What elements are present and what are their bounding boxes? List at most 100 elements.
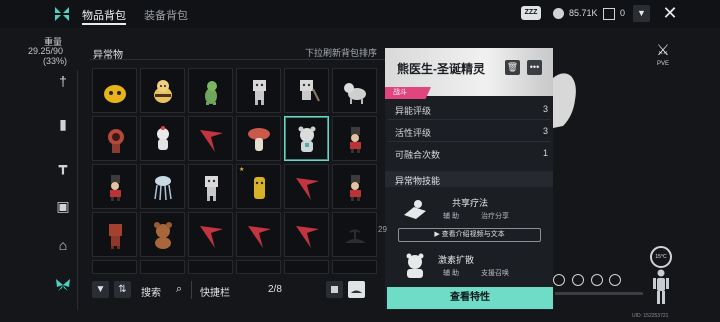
grid-cell[interactable] <box>140 164 185 209</box>
grid-cell[interactable] <box>92 164 137 209</box>
grid-cell[interactable] <box>188 164 233 209</box>
stat-value: 1 <box>542 148 548 158</box>
stat-label: 活性评级 <box>395 128 432 138</box>
sort-hint: 下拉刷新背包排序 <box>305 48 378 58</box>
stat-label: 异能评级 <box>395 106 432 116</box>
grid-header-divider <box>90 59 385 60</box>
canister-icon[interactable]: ▮ <box>54 115 72 133</box>
watch-video-button[interactable]: ▶ 查看介绍视频与文本 <box>398 228 541 242</box>
close-icon[interactable]: ✕ <box>660 3 680 23</box>
grid-cell-empty[interactable] <box>332 212 377 257</box>
skill-tag: 辅 助 <box>443 213 459 220</box>
grid-cell[interactable] <box>188 260 233 274</box>
grid-cell[interactable] <box>188 68 233 113</box>
shared-therapy-icon <box>404 200 426 219</box>
yellow-blob-icon <box>104 85 126 103</box>
list-view-icon <box>331 286 338 293</box>
search-input[interactable]: 搜索 <box>141 284 161 299</box>
bear-doctor-icon <box>298 126 316 152</box>
grid-cell-selected[interactable] <box>284 116 329 161</box>
grid-cell[interactable] <box>332 116 377 161</box>
chevron-down-icon[interactable]: ▼ <box>633 5 650 22</box>
watch-video-label: 查看介绍视频与文本 <box>441 231 505 238</box>
weight-value: 29.25/90 <box>28 46 64 56</box>
grid-cell[interactable] <box>140 260 185 274</box>
grid-cell[interactable] <box>188 116 233 161</box>
home-icon[interactable]: ⌂ <box>54 236 72 254</box>
coin-icon <box>553 8 564 19</box>
mode-label: PVE <box>657 61 670 67</box>
item-name: 熊医生-圣诞精灵 <box>397 62 485 76</box>
island-placeholder-icon <box>345 229 366 243</box>
skill-name: 激素扩散 <box>438 255 475 265</box>
type-badge: 战斗 <box>385 87 431 99</box>
grid-cell[interactable] <box>92 68 137 113</box>
status-icon-3 <box>591 274 603 286</box>
tab-equipment-bag[interactable]: 装备背包 <box>144 7 188 23</box>
more-icon[interactable]: ••• <box>527 60 542 75</box>
crossed-swords-icon[interactable]: ⚔ <box>654 42 672 60</box>
skills-header-title: 异常物技能 <box>395 176 441 186</box>
weight-percent: (33%) <box>43 56 68 66</box>
grid-cell[interactable] <box>92 260 137 274</box>
stat-label: 可融合次数 <box>395 150 441 160</box>
yellow-figure-icon <box>254 177 265 199</box>
sort-icon[interactable]: ⇅ <box>114 281 131 298</box>
grid-cell[interactable] <box>92 116 137 161</box>
stat-value: 3 <box>542 104 548 114</box>
red-shard-icon <box>296 178 319 200</box>
quickbar-count: 2/8 <box>268 284 282 295</box>
grid-cell[interactable] <box>236 212 281 257</box>
nutcracker-icon <box>350 127 361 153</box>
hammer-icon[interactable]: ┳ <box>54 157 72 175</box>
view-traits-button[interactable]: 查看特性 <box>387 287 553 309</box>
body-silhouette-icon <box>653 269 669 304</box>
grid-cell[interactable] <box>284 68 329 113</box>
grid-cell[interactable] <box>140 116 185 161</box>
skill-tag: 支援召唤 <box>481 270 509 277</box>
status-icon-4 <box>609 274 621 286</box>
grid-cell[interactable] <box>188 212 233 257</box>
filter-icon[interactable]: ▼ <box>92 281 109 298</box>
green-dino-icon <box>205 81 217 105</box>
grid-cell[interactable] <box>92 212 137 257</box>
hormone-spread-icon <box>406 253 424 278</box>
view-mode-2-button[interactable] <box>348 281 365 298</box>
butterfly-icon[interactable] <box>54 276 72 294</box>
stat-value: 3 <box>542 126 548 136</box>
box-robot-pick-icon <box>300 80 320 102</box>
box-robot-icon <box>253 80 266 105</box>
search-icon[interactable]: ⌕ <box>176 283 182 296</box>
grid-cell[interactable] <box>236 260 281 274</box>
play-icon: ▶ <box>434 231 442 238</box>
red-shard-icon <box>200 130 223 152</box>
bee-plush-icon <box>154 80 172 103</box>
sidebar-divider <box>77 70 78 310</box>
grid-cell[interactable]: ★ <box>236 164 281 209</box>
trash-icon[interactable]: 🗑 <box>505 60 520 75</box>
grid-cell[interactable] <box>140 212 185 257</box>
tab-item-bag[interactable]: 物品背包 <box>82 7 126 23</box>
status-icon-1 <box>553 274 565 286</box>
grid-cell[interactable] <box>284 164 329 209</box>
view-mode-1-button[interactable] <box>326 281 343 298</box>
skill-name: 共享疗法 <box>452 198 489 208</box>
weapon-icon[interactable]: † <box>54 72 72 90</box>
backpack-icon[interactable]: ▣ <box>54 197 72 215</box>
stat-divider <box>388 141 550 142</box>
grid-cell[interactable] <box>236 68 281 113</box>
grid-cell[interactable] <box>332 164 377 209</box>
quickbar-label: 快捷栏 <box>200 288 230 299</box>
grid-cell[interactable] <box>140 68 185 113</box>
grid-cell[interactable] <box>236 116 281 161</box>
grid-cell[interactable] <box>332 68 377 113</box>
grid-cell[interactable] <box>332 260 377 274</box>
user-id: UID: 152253721 <box>632 313 669 319</box>
grid-cell[interactable] <box>284 212 329 257</box>
currency-amount-2: 0 <box>620 8 626 18</box>
stat-divider <box>388 119 550 120</box>
red-shard-icon <box>200 226 223 248</box>
game-logo-icon <box>55 7 69 21</box>
red-creature-icon <box>108 129 124 153</box>
grid-cell[interactable] <box>284 260 329 274</box>
